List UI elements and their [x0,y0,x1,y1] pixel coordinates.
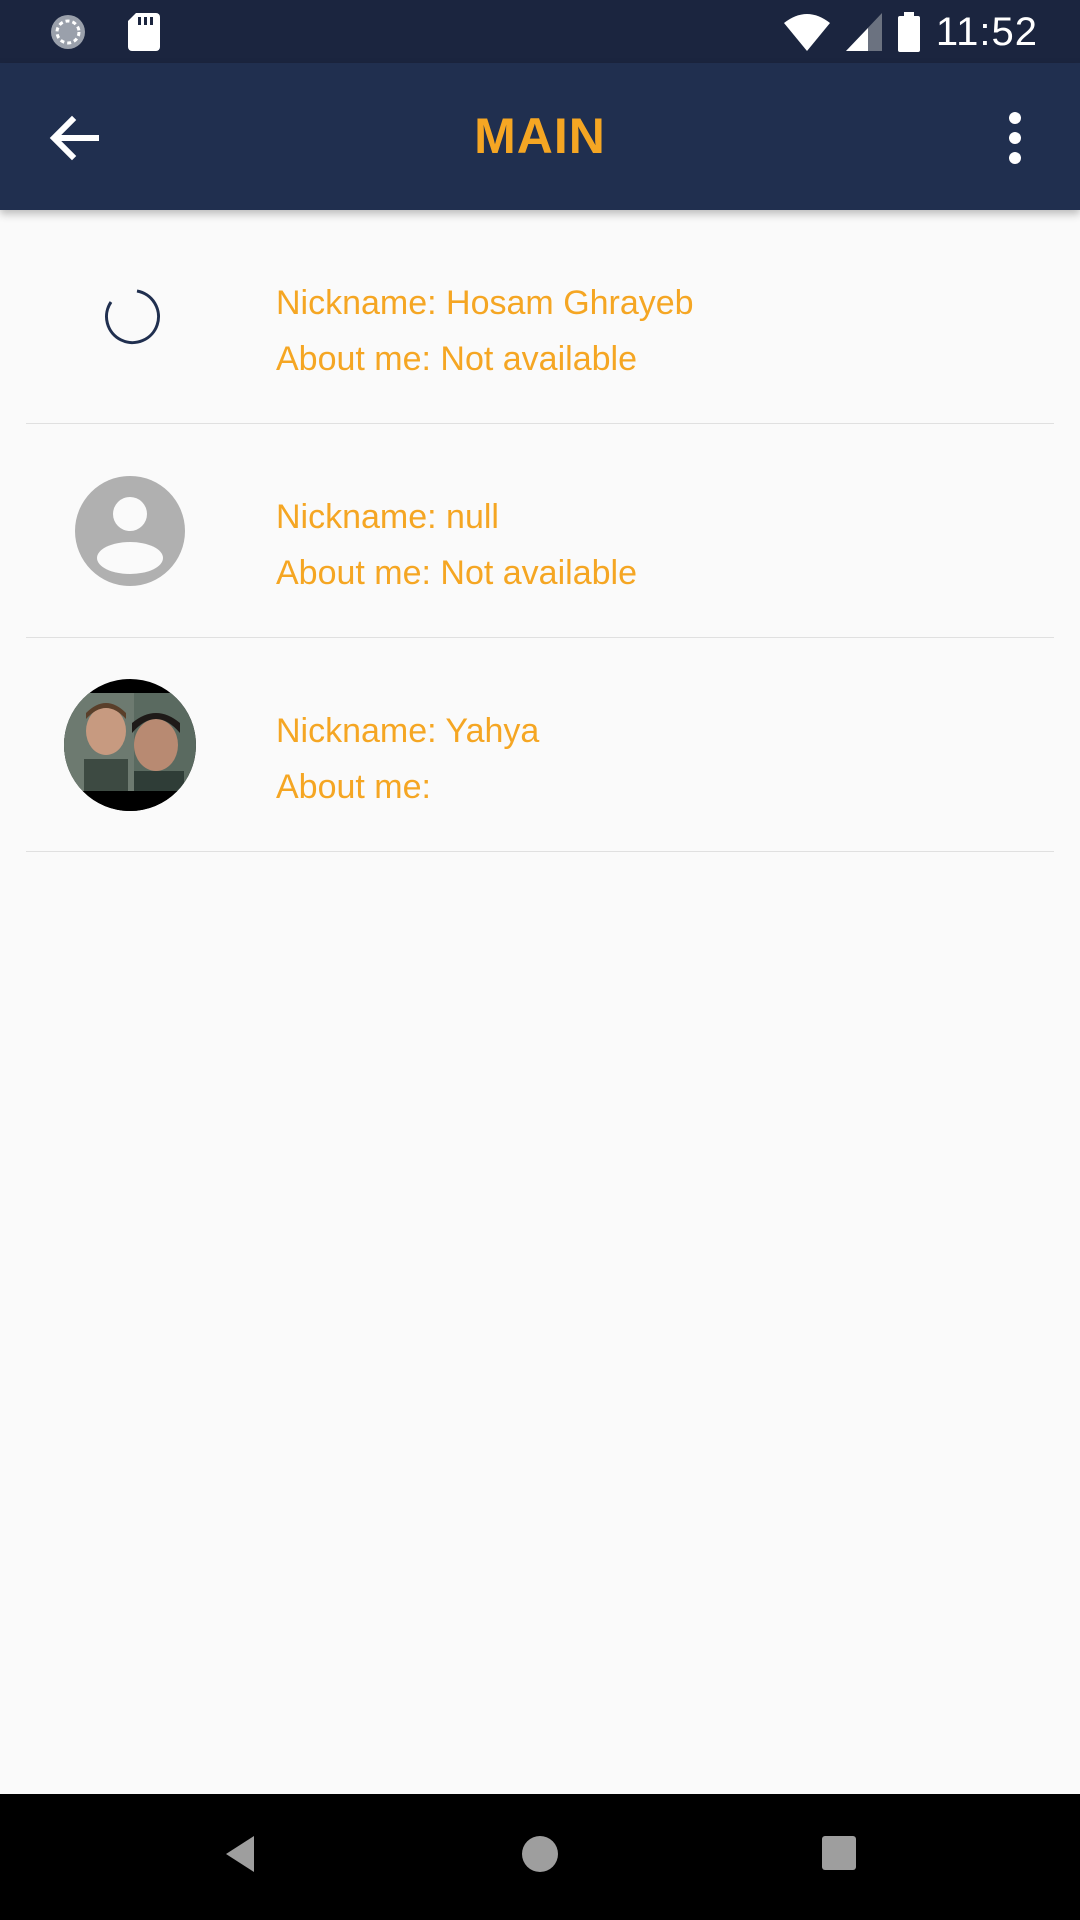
wifi-icon [783,14,830,51]
navigation-bar [0,1794,1080,1920]
default-person-icon [75,476,185,586]
status-bar-right: 11:52 [783,8,1038,56]
profile-photo [64,679,196,811]
nav-recents-icon[interactable] [822,1836,856,1870]
contact-list: Nickname: Hosam Ghrayeb About me: Not av… [0,210,1080,852]
about-text: About me: [276,768,431,806]
status-time: 11:52 [935,9,1038,54]
battery-icon [897,12,920,52]
contact-info: Nickname: Hosam Ghrayeb About me: Not av… [276,275,694,387]
loading-spinner-icon [105,289,160,345]
list-item[interactable]: Nickname: Hosam Ghrayeb About me: Not av… [26,210,1054,424]
status-bar: 11:52 [0,0,1080,63]
sd-card-icon [128,13,160,51]
nickname-text: Nickname: Yahya [276,712,540,750]
about-text: About me: Not available [276,340,637,378]
app-bar: MAIN [0,63,1080,210]
signal-icon [845,13,882,51]
avatar [64,465,196,597]
contact-info: Nickname: Yahya About me: [276,703,539,815]
avatar [64,679,196,811]
about-text: About me: Not available [276,554,637,592]
overflow-menu-button[interactable] [990,108,1040,168]
page-title: MAIN [474,108,606,164]
nickname-text: Nickname: Hosam Ghrayeb [276,284,694,322]
list-item[interactable]: Nickname: Yahya About me: [26,638,1054,852]
contact-info: Nickname: null About me: Not available [276,489,637,601]
nav-home-icon[interactable] [522,1836,558,1872]
sync-icon [51,15,85,49]
nav-back-icon[interactable] [222,1834,258,1874]
nickname-text: Nickname: null [276,498,499,536]
status-bar-left [48,12,160,52]
more-vert-icon [1009,112,1021,164]
avatar [64,251,196,383]
list-item[interactable]: Nickname: null About me: Not available [26,424,1054,638]
